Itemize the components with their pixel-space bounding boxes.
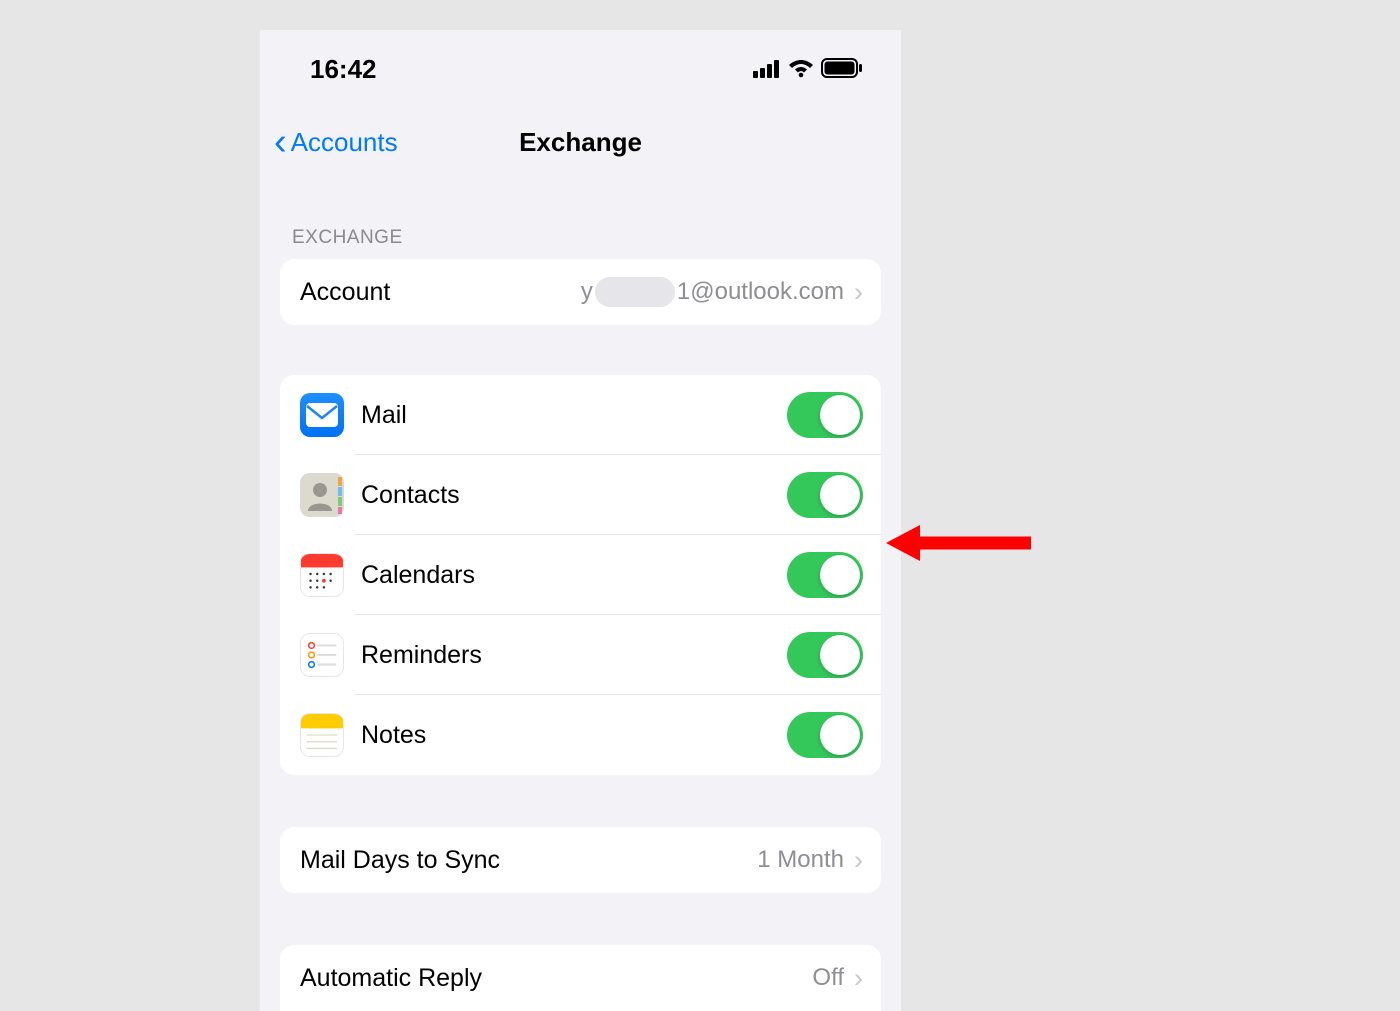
account-value: y 1@outlook.com xyxy=(581,277,844,307)
calendars-icon xyxy=(300,553,344,597)
status-bar: 16:42 xyxy=(260,30,901,103)
auto-reply-row[interactable]: Automatic Reply Off › xyxy=(280,945,881,1011)
notes-icon xyxy=(300,713,344,757)
chevron-left-icon: ‹ xyxy=(274,123,287,161)
wifi-icon xyxy=(788,54,814,85)
service-row-mail: Mail xyxy=(280,375,881,455)
page-title: Exchange xyxy=(519,127,642,158)
service-row-calendars: Calendars xyxy=(280,535,881,615)
service-label: Reminders xyxy=(361,641,787,670)
toggle-notes[interactable] xyxy=(787,712,863,758)
annotation-arrow xyxy=(886,518,1036,573)
service-label: Notes xyxy=(361,721,787,750)
cellular-icon xyxy=(753,54,781,85)
service-label: Contacts xyxy=(361,481,787,510)
battery-icon xyxy=(821,54,863,85)
auto-reply-label: Automatic Reply xyxy=(300,964,812,993)
toggle-contacts[interactable] xyxy=(787,472,863,518)
mail-days-value: 1 Month xyxy=(757,846,844,874)
service-label: Calendars xyxy=(361,561,787,590)
back-label: Accounts xyxy=(291,127,398,158)
services-group: Mail Contacts Calendars Reminders xyxy=(280,375,881,775)
phone-screen: 16:42 ‹ Accounts Exchange EXCHANGE Accou… xyxy=(260,30,901,1011)
mail-days-row[interactable]: Mail Days to Sync 1 Month › xyxy=(280,827,881,893)
toggle-calendars[interactable] xyxy=(787,552,863,598)
toggle-mail[interactable] xyxy=(787,392,863,438)
chevron-right-icon: › xyxy=(854,963,863,994)
account-row[interactable]: Account y 1@outlook.com › xyxy=(280,259,881,325)
chevron-right-icon: › xyxy=(854,277,863,308)
mail-icon xyxy=(300,393,344,437)
contacts-icon xyxy=(300,473,344,517)
auto-reply-value: Off xyxy=(812,964,844,992)
section-header-exchange: EXCHANGE xyxy=(260,189,901,259)
reminders-icon xyxy=(300,633,344,677)
status-time: 16:42 xyxy=(310,54,377,85)
toggle-reminders[interactable] xyxy=(787,632,863,678)
service-row-contacts: Contacts xyxy=(280,455,881,535)
status-icons xyxy=(753,54,863,85)
mail-days-group: Mail Days to Sync 1 Month › xyxy=(280,827,881,893)
back-button[interactable]: ‹ Accounts xyxy=(274,123,398,161)
account-group: Account y 1@outlook.com › xyxy=(280,259,881,325)
service-row-reminders: Reminders xyxy=(280,615,881,695)
auto-reply-group: Automatic Reply Off › xyxy=(280,945,881,1011)
redacted-segment xyxy=(595,277,675,307)
mail-days-label: Mail Days to Sync xyxy=(300,846,757,875)
nav-bar: ‹ Accounts Exchange xyxy=(260,103,901,189)
account-label: Account xyxy=(300,278,581,307)
chevron-right-icon: › xyxy=(854,845,863,876)
service-row-notes: Notes xyxy=(280,695,881,775)
service-label: Mail xyxy=(361,401,787,430)
